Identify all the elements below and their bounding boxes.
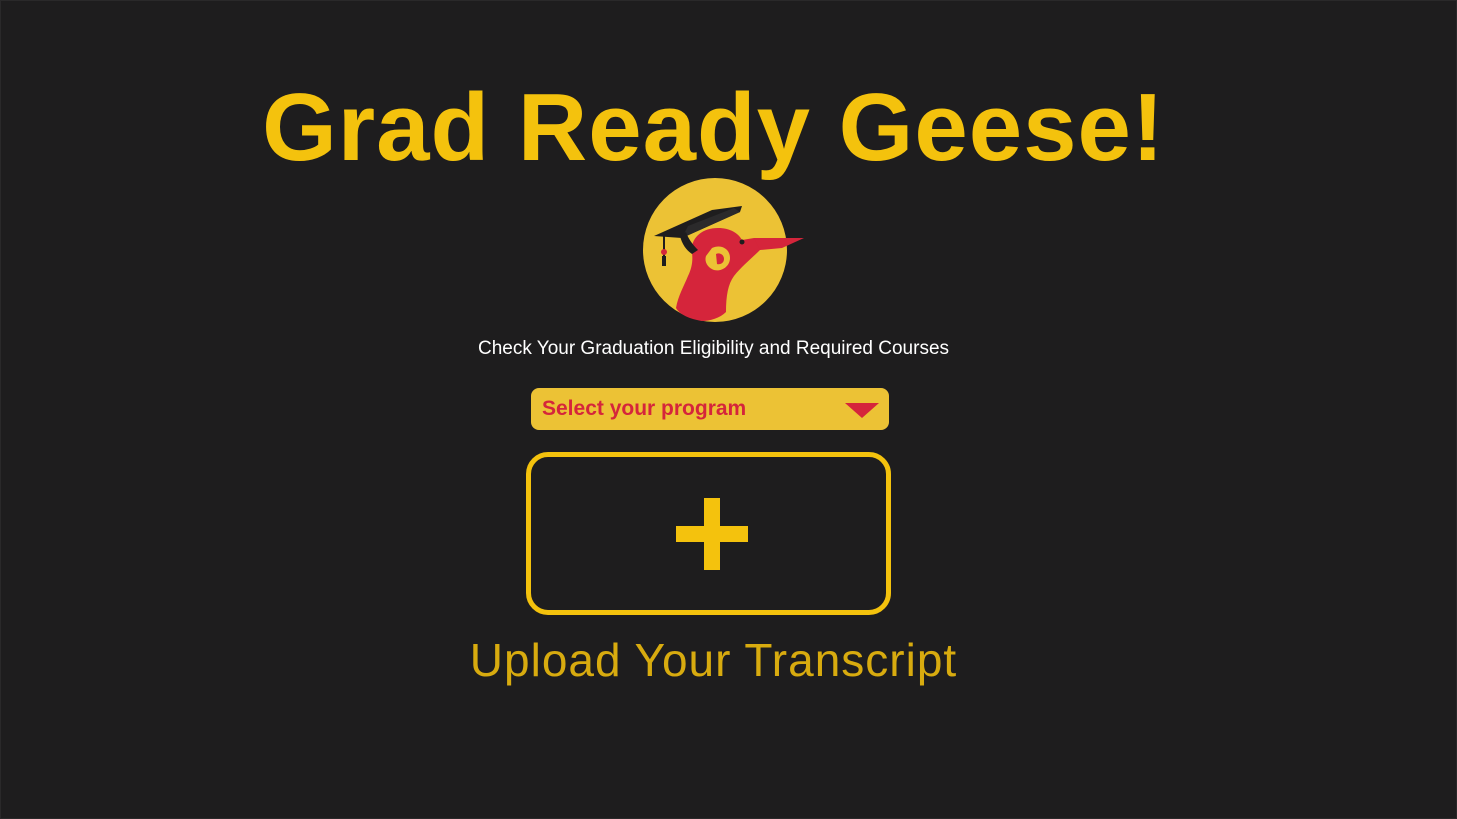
app-title: Grad Ready Geese! [262,74,1165,181]
page-subtitle: Check Your Graduation Eligibility and Re… [477,338,950,359]
upload-transcript-dropzone[interactable] [526,452,891,615]
upload-caption: Upload Your Transcript [469,634,958,686]
plus-icon [676,498,748,570]
program-select-label: Select your program [542,397,747,420]
chevron-down-icon [845,403,879,418]
app-window: Grad Ready Geese! Check Your Graduation … [0,0,1457,819]
program-select-dropdown[interactable]: Select your program [531,388,889,430]
graduation-goose-logo-icon [643,178,804,322]
